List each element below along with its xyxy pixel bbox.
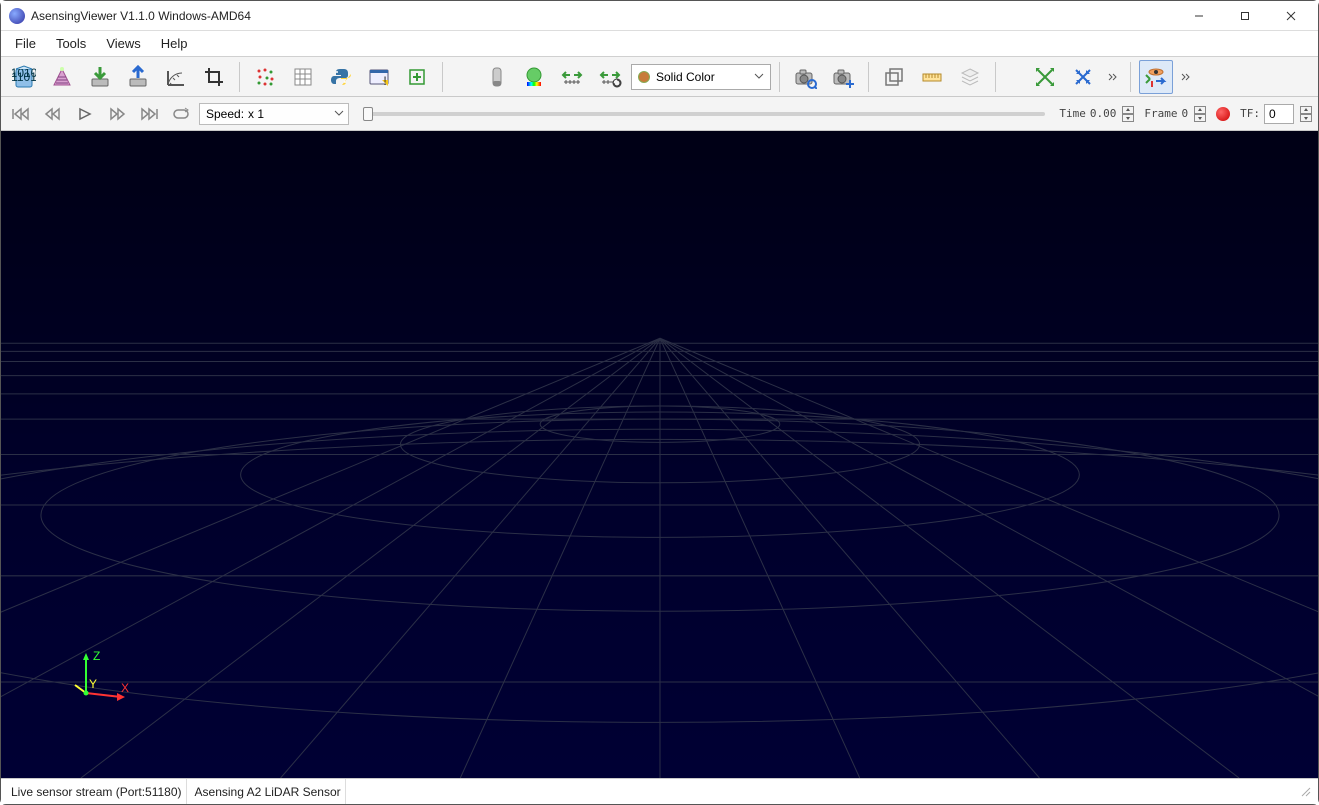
point-selection-button[interactable]: [248, 60, 282, 94]
3d-viewport[interactable]: Z X Y: [1, 131, 1318, 778]
tf-label: TF:: [1240, 107, 1260, 120]
svg-text:011010: 011010: [12, 70, 36, 84]
axis-y-label: Y: [89, 677, 97, 691]
speed-combo[interactable]: Speed: x 1: [199, 103, 349, 125]
play-button[interactable]: [71, 102, 99, 126]
ruler-horizontal-button[interactable]: [555, 60, 589, 94]
open-pcap-button[interactable]: 010101011010: [7, 60, 41, 94]
tf-value: 0: [1269, 107, 1276, 121]
slider-thumb[interactable]: [363, 107, 373, 121]
frame-spinner[interactable]: [1194, 106, 1206, 122]
title-bar: AsensingViewer V1.1.0 Windows-AMD64: [1, 1, 1318, 31]
crop-button[interactable]: [197, 60, 231, 94]
toolbar-overflow-2[interactable]: [1177, 60, 1195, 94]
color-map-button[interactable]: [517, 60, 551, 94]
maximize-button[interactable]: [1222, 1, 1268, 31]
time-label: Time: [1059, 107, 1086, 120]
ruler-tool-button[interactable]: [915, 60, 949, 94]
status-stream: Live sensor stream (Port:51180): [7, 779, 187, 804]
duplicate-view-button[interactable]: [877, 60, 911, 94]
axis-z-label: Z: [93, 649, 100, 663]
main-toolbar: 010101011010 ! Solid Color: [1, 57, 1318, 97]
playback-toolbar: Speed: x 1 Time 0.00 Frame 0 TF: 0: [1, 97, 1318, 131]
step-back-button[interactable]: [39, 102, 67, 126]
loop-button[interactable]: [167, 102, 195, 126]
orientation-view-button[interactable]: [1139, 60, 1173, 94]
status-sensor: Asensing A2 LiDAR Sensor: [191, 779, 346, 804]
save-data-button[interactable]: [83, 60, 117, 94]
svg-text:!: !: [383, 74, 386, 88]
toolbar-overflow-1[interactable]: [1104, 60, 1122, 94]
seek-end-button[interactable]: [135, 102, 163, 126]
time-value: 0.00: [1090, 107, 1117, 120]
window-title: AsensingViewer V1.1.0 Windows-AMD64: [31, 9, 251, 23]
measure-angle-button[interactable]: [159, 60, 193, 94]
camera-add-button[interactable]: [826, 60, 860, 94]
python-console-button[interactable]: [324, 60, 358, 94]
color-mode-combo[interactable]: Solid Color: [631, 64, 771, 90]
seek-start-button[interactable]: [7, 102, 35, 126]
axis-gizmo: Z X Y: [71, 648, 141, 708]
menu-file[interactable]: File: [5, 32, 46, 55]
close-button[interactable]: [1268, 1, 1314, 31]
ruler-reset-button[interactable]: [593, 60, 627, 94]
sensor-stream-button[interactable]: [45, 60, 79, 94]
app-icon: [9, 8, 25, 24]
collapse-all-button[interactable]: [1066, 60, 1100, 94]
menu-bar: File Tools Views Help: [1, 31, 1318, 57]
color-mode-value: Solid Color: [656, 70, 715, 84]
resize-grip-icon[interactable]: [1300, 786, 1312, 798]
color-by-intensity-button[interactable]: [479, 60, 513, 94]
tf-spinner[interactable]: [1300, 106, 1312, 122]
menu-tools[interactable]: Tools: [46, 32, 96, 55]
spreadsheet-button[interactable]: [286, 60, 320, 94]
time-spinner[interactable]: [1122, 106, 1134, 122]
record-icon[interactable]: [1216, 107, 1230, 121]
color-swatch-icon: [638, 71, 650, 83]
status-bar: Live sensor stream (Port:51180) Asensing…: [1, 778, 1318, 804]
menu-views[interactable]: Views: [96, 32, 150, 55]
frame-value: 0: [1182, 107, 1189, 120]
chevron-down-icon: [754, 70, 764, 84]
timeline-slider[interactable]: [363, 110, 1045, 118]
expand-all-button[interactable]: [1028, 60, 1062, 94]
layers-button[interactable]: [953, 60, 987, 94]
frame-label: Frame: [1144, 107, 1177, 120]
camera-view-button[interactable]: [788, 60, 822, 94]
tf-input[interactable]: 0: [1264, 104, 1294, 124]
chevron-down-icon: [334, 107, 344, 121]
export-data-button[interactable]: [121, 60, 155, 94]
menu-help[interactable]: Help: [151, 32, 198, 55]
axis-x-label: X: [121, 681, 129, 695]
error-log-button[interactable]: !: [362, 60, 396, 94]
speed-value: x 1: [248, 107, 264, 121]
step-forward-button[interactable]: [103, 102, 131, 126]
speed-label: Speed:: [206, 107, 244, 121]
minimize-button[interactable]: [1176, 1, 1222, 31]
add-source-button[interactable]: [400, 60, 434, 94]
ground-grid: [1, 131, 1318, 778]
